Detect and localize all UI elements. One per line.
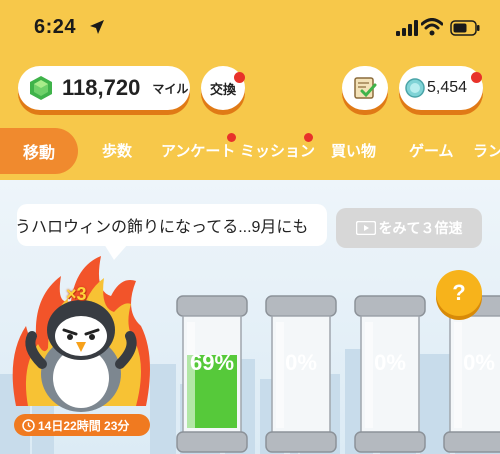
exchange-badge-dot	[234, 72, 245, 83]
app-screen: 6:24 118,720 マイル 交換 5,454 移動 歩数 アンケート ミッ…	[0, 0, 500, 454]
multiplier-badge: ×3	[66, 284, 87, 304]
tab-steps[interactable]: 歩数	[102, 140, 132, 161]
timer-badge: 14日22時間 23分	[14, 414, 150, 436]
tab-shopping[interactable]: 買い物	[331, 140, 376, 161]
miles-unit: マイル	[152, 81, 189, 96]
miles-balance[interactable]: 118,720 マイル	[18, 66, 190, 110]
wifi-icon	[421, 18, 443, 36]
status-time: 6:24	[34, 16, 77, 38]
tab-ranking[interactable]: ラン	[473, 140, 500, 161]
speech-bubble-text: うハロウィンの飾りになってる...9月にも	[17, 219, 309, 236]
main-area: うハロウィンの飾りになってる...9月にも をみて３倍速 ×3 69% 0% 0…	[0, 180, 500, 454]
coin-icon	[405, 78, 425, 98]
energy-tank: 0%	[351, 294, 429, 454]
tab-mission-badge-dot	[304, 133, 313, 142]
penguin-mascot	[12, 256, 150, 412]
coin-value: 5,454	[427, 79, 468, 96]
tab-mission[interactable]: ミッション	[240, 140, 315, 161]
help-label: ?	[452, 280, 466, 305]
coin-balance[interactable]: 5,454	[399, 66, 483, 110]
tasks-button[interactable]	[342, 66, 388, 110]
tank-percent-label: 69%	[189, 350, 235, 375]
tank-percent-label: 0%	[374, 350, 406, 375]
tab-move-label: 移動	[22, 145, 55, 162]
triple-speed-label: をみて３倍速	[378, 220, 463, 236]
energy-tank: 0%	[262, 294, 340, 454]
battery-icon	[450, 20, 480, 36]
video-play-icon	[355, 221, 376, 235]
miles-value: 118,720	[62, 75, 141, 100]
cellular-signal-icon	[396, 20, 418, 36]
exchange-label: 交換	[209, 81, 236, 97]
speech-bubble: うハロウィンの飾りになってる...9月にも	[17, 204, 327, 246]
energy-tank: 0%	[440, 294, 500, 454]
tab-games[interactable]: ゲーム	[409, 140, 454, 161]
timer-text: 14日22時間 23分	[38, 418, 130, 433]
header-area: 6:24 118,720 マイル 交換 5,454 移動 歩数 アンケート ミッ…	[0, 0, 500, 180]
tank-percent-label: 0%	[463, 350, 495, 375]
checklist-icon	[354, 77, 377, 99]
gem-icon	[30, 76, 52, 100]
tank-percent-label: 0%	[285, 350, 317, 375]
energy-tank: 69%	[173, 294, 251, 454]
watch-video-triple-speed-button[interactable]: をみて３倍速	[336, 208, 482, 248]
coin-badge-dot	[471, 72, 482, 83]
tab-move[interactable]: 移動	[0, 128, 78, 174]
tab-survey[interactable]: アンケート	[161, 140, 235, 161]
tab-bar: 移動 歩数 アンケート ミッション 買い物 ゲーム ラン	[0, 128, 500, 174]
tab-survey-badge-dot	[227, 133, 236, 142]
location-arrow-icon	[90, 20, 104, 34]
help-button[interactable]: ?	[436, 270, 482, 316]
clock-icon	[22, 418, 35, 432]
